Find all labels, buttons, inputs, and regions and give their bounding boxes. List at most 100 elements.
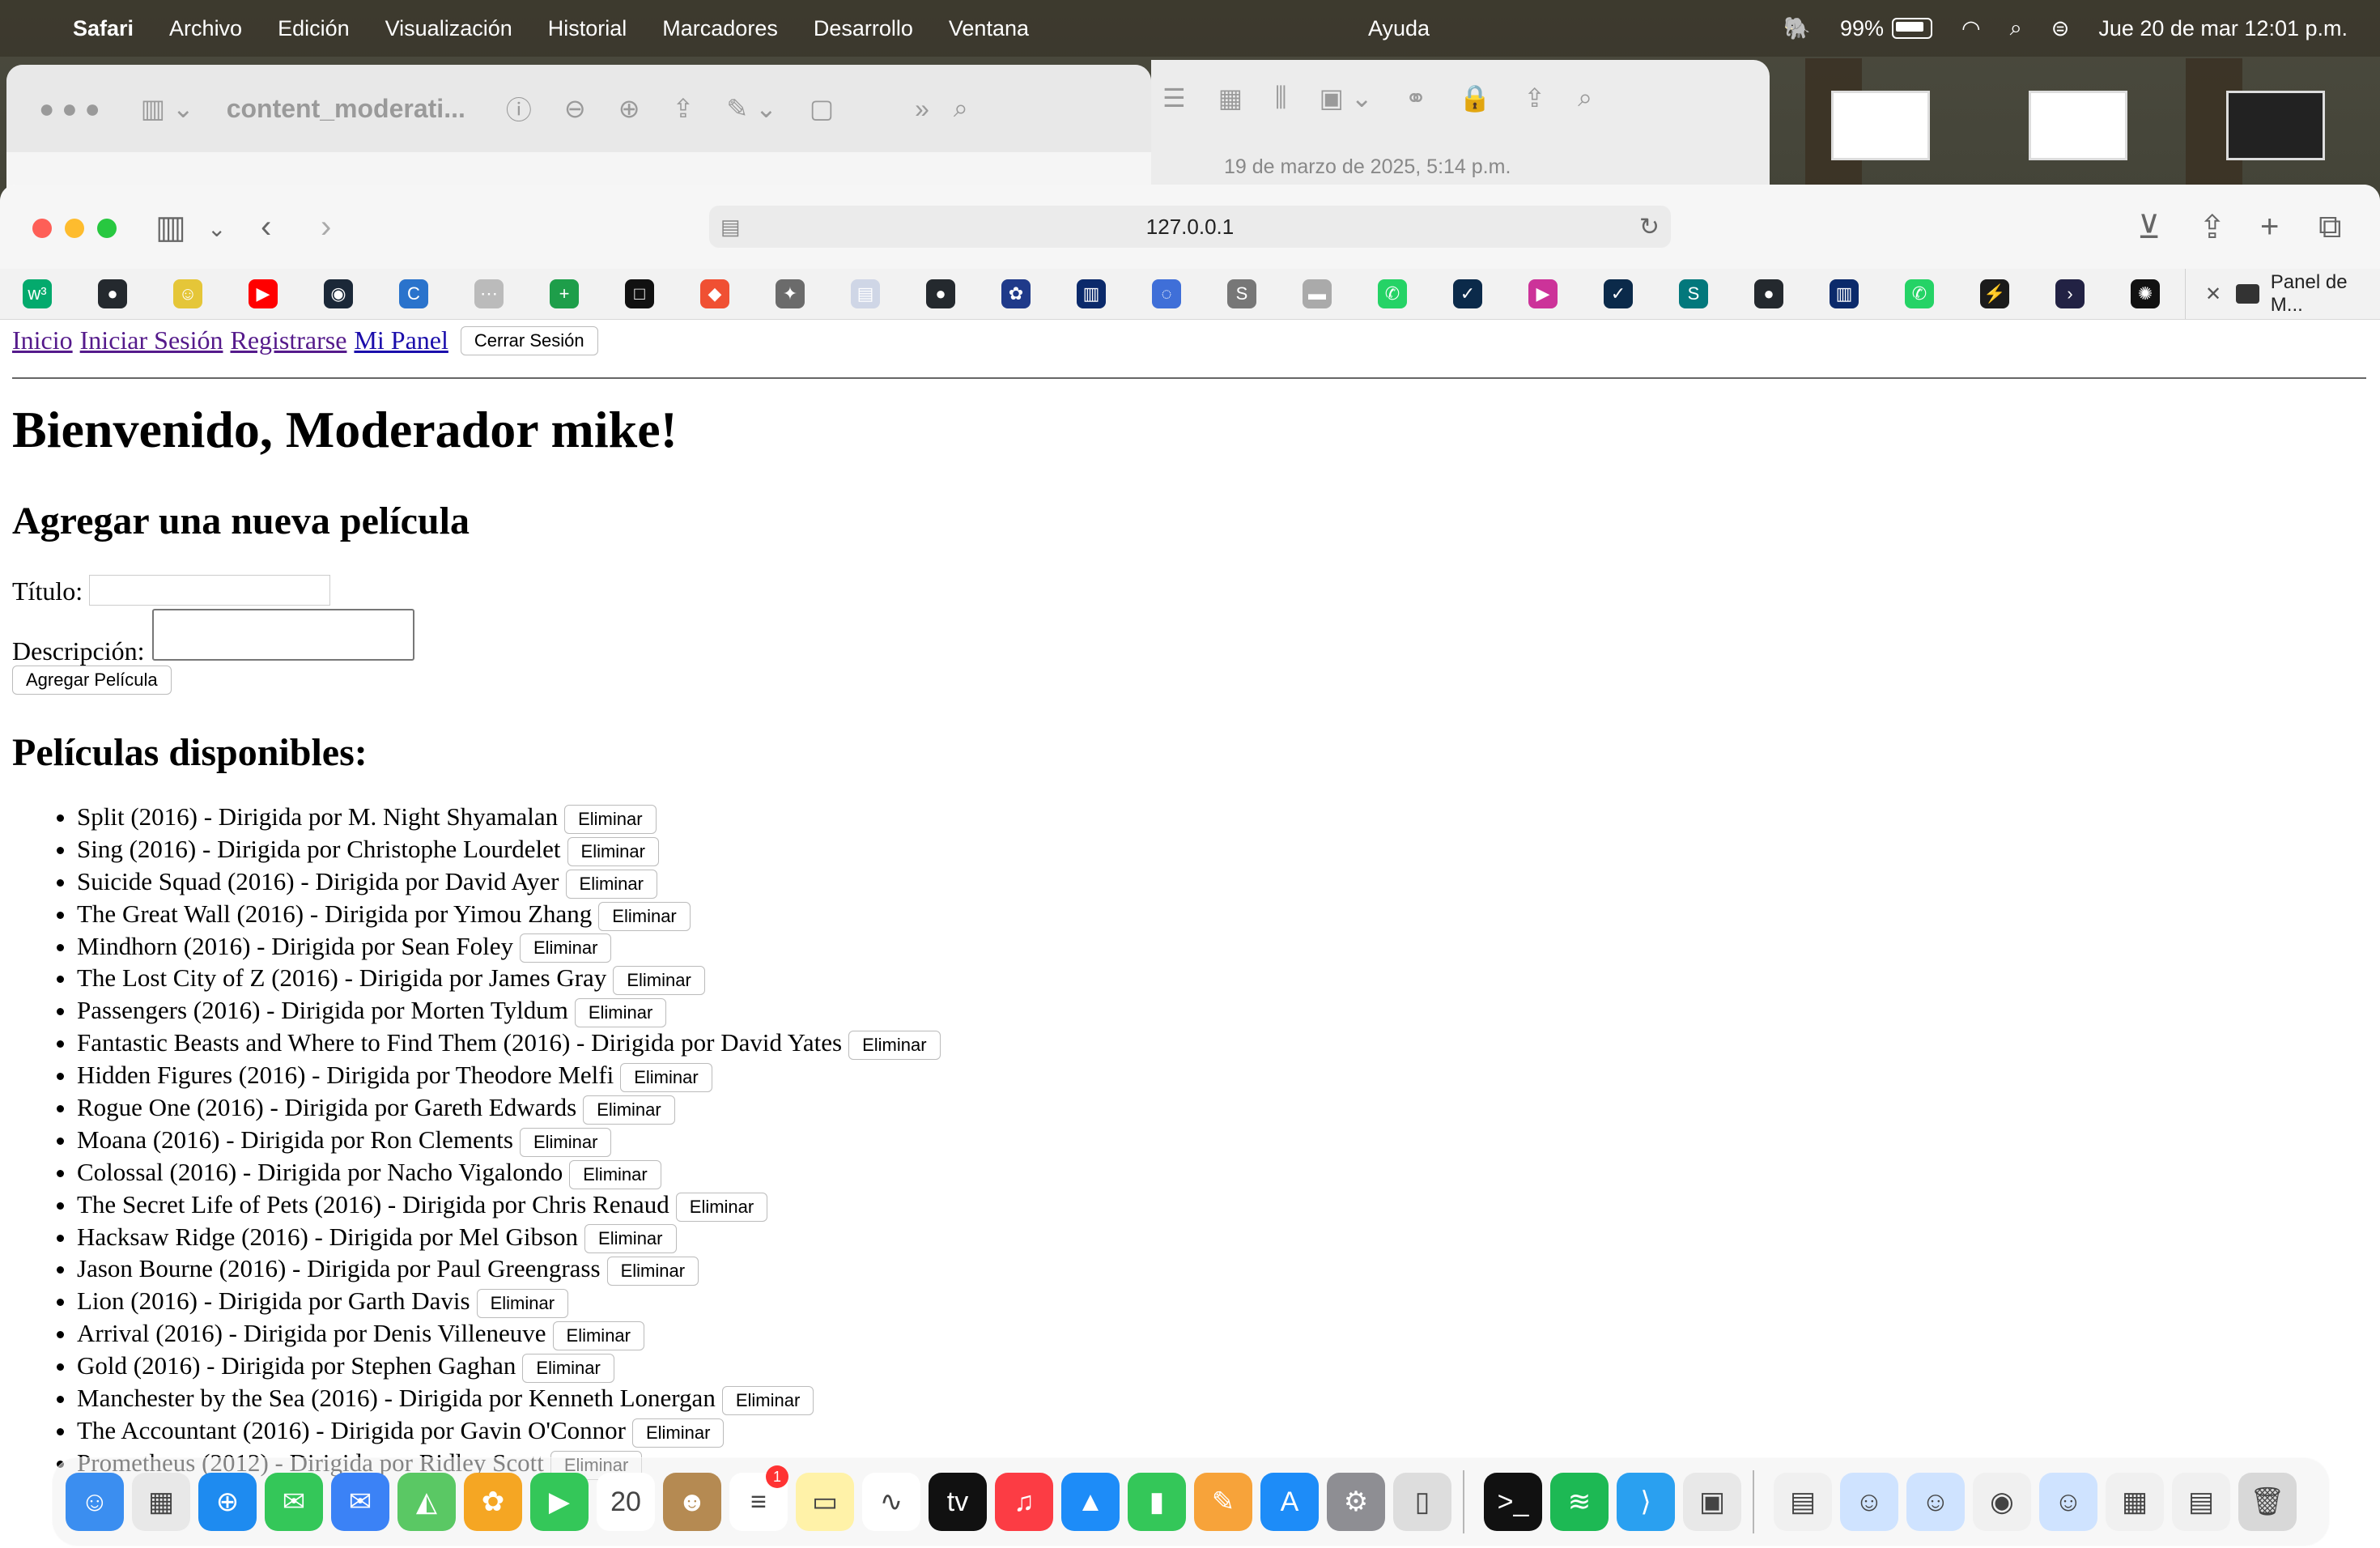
- battery-status[interactable]: 99%: [1840, 16, 1932, 41]
- delete-movie-button[interactable]: Eliminar: [606, 1257, 699, 1286]
- github-icon[interactable]: ●: [926, 279, 955, 308]
- photos-icon[interactable]: ✿: [464, 1473, 522, 1531]
- elephant-icon[interactable]: 🐘: [1783, 15, 1811, 41]
- notion-icon[interactable]: □: [625, 279, 654, 308]
- w3schools-icon[interactable]: w³: [23, 279, 52, 308]
- steam-icon[interactable]: ◉: [324, 279, 353, 308]
- menu-item-visualizacion[interactable]: Visualización: [385, 16, 512, 41]
- chevron-down-icon[interactable]: ⌄: [207, 215, 226, 242]
- maps-icon[interactable]: ◭: [397, 1473, 456, 1531]
- menu-item-edicion[interactable]: Edición: [278, 16, 350, 41]
- delete-movie-button[interactable]: Eliminar: [567, 836, 659, 866]
- spotify-icon[interactable]: ≋: [1550, 1473, 1609, 1531]
- delete-movie-button[interactable]: Eliminar: [476, 1289, 569, 1319]
- delete-movie-button[interactable]: Eliminar: [519, 1127, 612, 1157]
- delete-movie-button[interactable]: Eliminar: [848, 1031, 941, 1061]
- menu-item-ventana[interactable]: Ventana: [949, 16, 1029, 41]
- notes-icon[interactable]: ▭: [796, 1473, 854, 1531]
- safari-icon[interactable]: ⊕: [198, 1473, 257, 1531]
- bolt-icon[interactable]: ⚡: [1980, 279, 2009, 308]
- openai-icon[interactable]: ✺: [2131, 279, 2160, 308]
- youtube-icon[interactable]: ▶: [249, 279, 278, 308]
- background-window-preview[interactable]: ● ● ● ▥ ⌄ content_moderati... ⓘ ⊖ ⊕ ⇪ ✎ …: [6, 65, 1151, 194]
- minimize-window-button[interactable]: [65, 219, 84, 238]
- numbers-doc-icon[interactable]: ▦: [2106, 1473, 2164, 1531]
- close-window-button[interactable]: [32, 219, 52, 238]
- nav-link-mi-panel[interactable]: Mi Panel: [354, 325, 448, 355]
- delete-movie-button[interactable]: Eliminar: [583, 1095, 675, 1125]
- sidebar-toggle-icon[interactable]: ▥: [155, 209, 186, 246]
- coursera-icon[interactable]: C: [399, 279, 428, 308]
- github-icon[interactable]: ●: [98, 279, 127, 308]
- info-icon[interactable]: ⓘ: [506, 90, 532, 127]
- description-textarea[interactable]: [152, 609, 414, 661]
- doc-icon[interactable]: ▤: [851, 279, 880, 308]
- banner-icon[interactable]: ▬: [1303, 279, 1332, 308]
- address-bar[interactable]: ▤ 127.0.0.1 ↻: [709, 206, 1671, 248]
- search-icon[interactable]: ⌕: [2010, 15, 2022, 41]
- delete-movie-button[interactable]: Eliminar: [522, 1354, 614, 1384]
- iphone-mirroring-icon[interactable]: ▯: [1393, 1473, 1451, 1531]
- vscode-icon[interactable]: ⟩: [1617, 1473, 1675, 1531]
- settings-icon[interactable]: ⚙: [1327, 1473, 1385, 1531]
- contacts-icon[interactable]: ☻: [663, 1473, 721, 1531]
- search-icon[interactable]: ⌕: [954, 93, 968, 124]
- delete-movie-button[interactable]: Eliminar: [584, 1224, 677, 1254]
- share-icon[interactable]: ⇪: [2199, 209, 2226, 246]
- delete-movie-button[interactable]: Eliminar: [564, 804, 657, 834]
- doc-stack-icon[interactable]: ▤: [2172, 1473, 2230, 1531]
- media-icon[interactable]: ▣ ⌄: [1320, 83, 1373, 113]
- menu-item-archivo[interactable]: Archivo: [169, 16, 242, 41]
- finder-mini-icon[interactable]: ☺: [1906, 1473, 1965, 1531]
- university-icon[interactable]: ▥: [1077, 279, 1106, 308]
- back-icon[interactable]: ‹: [261, 209, 271, 245]
- control-center-icon[interactable]: ⊜: [2051, 16, 2070, 41]
- sharepoint-icon[interactable]: S: [1679, 279, 1708, 308]
- menu-clock[interactable]: Jue 20 de mar 12:01 p.m.: [2098, 16, 2348, 41]
- delete-movie-button[interactable]: Eliminar: [598, 901, 691, 931]
- launchpad-icon[interactable]: ▦: [132, 1473, 190, 1531]
- close-tab-icon[interactable]: ✕: [2205, 283, 2221, 306]
- delete-movie-button[interactable]: Eliminar: [565, 869, 657, 899]
- finder-mini-icon[interactable]: ☺: [2039, 1473, 2097, 1531]
- preview-icon[interactable]: ▣: [1683, 1473, 1741, 1531]
- pages-icon[interactable]: ✎: [1194, 1473, 1252, 1531]
- new-tab-icon[interactable]: +: [2260, 209, 2279, 245]
- freeform-icon[interactable]: ∿: [862, 1473, 920, 1531]
- facetime-icon[interactable]: ▶: [530, 1473, 589, 1531]
- delete-movie-button[interactable]: Eliminar: [631, 1418, 725, 1448]
- messages-icon[interactable]: ✉: [265, 1473, 323, 1531]
- check-icon[interactable]: ✓: [1604, 279, 1633, 308]
- paw-icon[interactable]: ✿: [1001, 279, 1031, 308]
- tv-icon[interactable]: tv: [929, 1473, 987, 1531]
- university-icon[interactable]: ▥: [1830, 279, 1859, 308]
- share-icon[interactable]: ⇪: [1524, 83, 1545, 113]
- page-menu-icon[interactable]: ▤: [720, 215, 741, 240]
- audio-icon[interactable]: ⫼: [1275, 83, 1287, 113]
- git-icon[interactable]: ◆: [700, 279, 729, 308]
- tab-panel[interactable]: ✕ Panel de M...: [2185, 269, 2380, 319]
- chrome-mini-icon[interactable]: ◉: [1973, 1473, 2031, 1531]
- link-icon[interactable]: ⚭: [1405, 83, 1427, 113]
- delete-movie-button[interactable]: Eliminar: [675, 1192, 768, 1222]
- menu-app-safari[interactable]: Safari: [73, 16, 134, 41]
- delete-movie-button[interactable]: Eliminar: [613, 966, 705, 996]
- checklist-icon[interactable]: ☰: [1162, 83, 1186, 113]
- wifi-icon[interactable]: ◠: [1961, 16, 1981, 41]
- finder-mini-icon[interactable]: ☺: [1840, 1473, 1898, 1531]
- delete-movie-button[interactable]: Eliminar: [620, 1063, 712, 1093]
- s-icon[interactable]: S: [1227, 279, 1256, 308]
- reload-icon[interactable]: ↻: [1639, 213, 1660, 241]
- document-icon[interactable]: ▤: [1774, 1473, 1832, 1531]
- lock-icon[interactable]: 🔒: [1459, 83, 1491, 113]
- tab-overview-icon[interactable]: ⧉: [2318, 209, 2342, 245]
- table-icon[interactable]: ▦: [1218, 83, 1243, 113]
- menu-item-desarrollo[interactable]: Desarrollo: [814, 16, 913, 41]
- terminal-icon[interactable]: >_: [1484, 1473, 1542, 1531]
- sheets-icon[interactable]: +: [550, 279, 579, 308]
- terminal-icon[interactable]: ›: [2055, 279, 2085, 308]
- mail-icon[interactable]: ✉: [331, 1473, 389, 1531]
- rotate-icon[interactable]: ▢: [810, 93, 834, 124]
- zoom-out-icon[interactable]: ⊖: [564, 93, 586, 124]
- whatsapp-icon[interactable]: ✆: [1378, 279, 1407, 308]
